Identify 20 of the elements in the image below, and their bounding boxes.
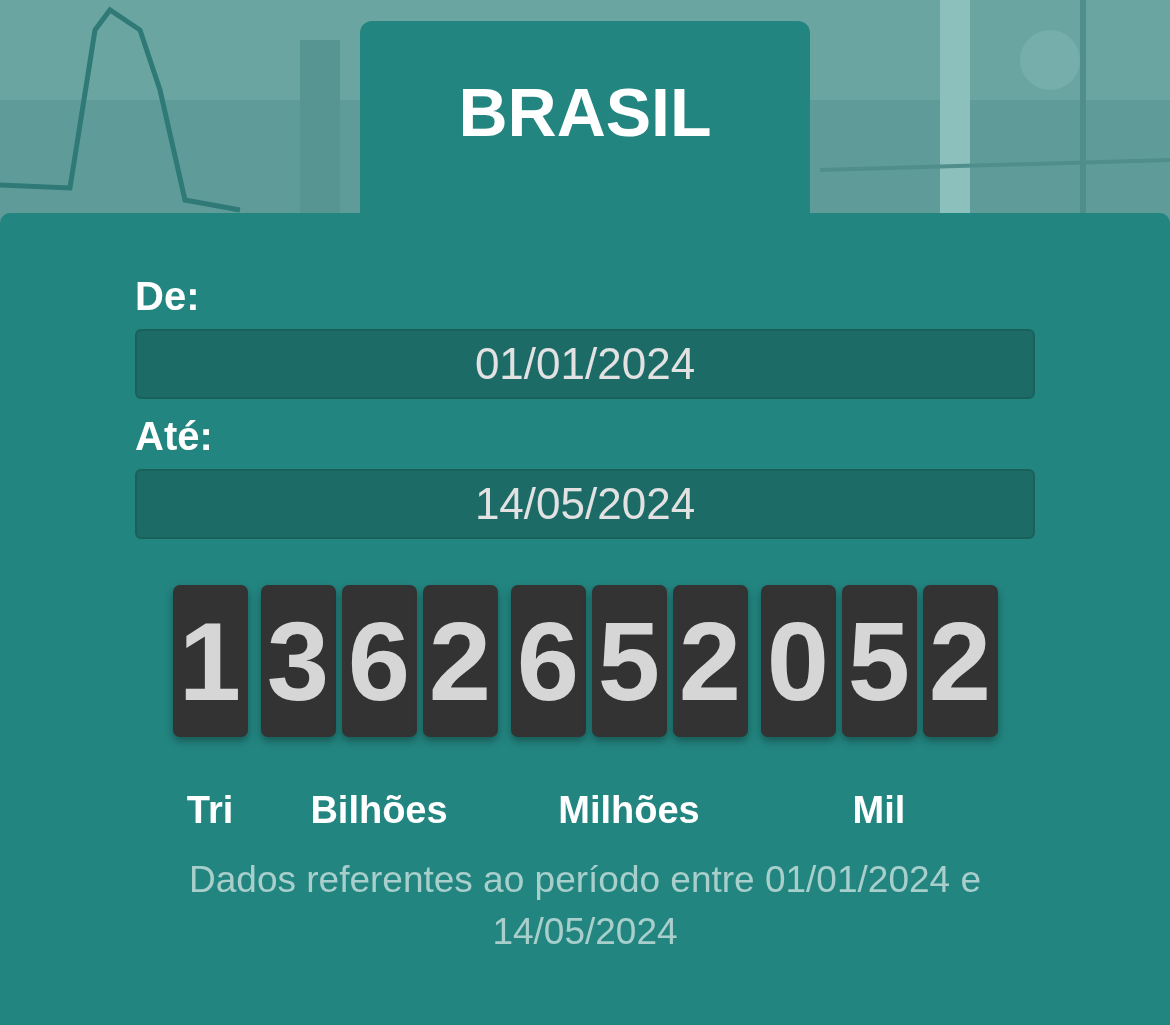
digit-tile: 5 (841, 585, 917, 737)
period-note: Dados referentes ao período entre 01/01/2024 e 14/05/2024 (188, 858, 982, 954)
digit-tile: 6 (341, 585, 417, 737)
digit-tile: 2 (672, 585, 748, 737)
unit-label: Mil (852, 789, 906, 832)
digit-tile: 2 (422, 585, 498, 737)
digit-tile: 0 (760, 585, 836, 737)
unit-label: Tri (186, 789, 234, 832)
digit-tile: 5 (591, 585, 667, 737)
date-field[interactable]: 01/01/2024 (135, 329, 1035, 399)
digit-tile: 6 (510, 585, 586, 737)
unit-label: Bilhões (310, 789, 448, 832)
date-field[interactable]: 14/05/2024 (135, 469, 1035, 539)
digit-tile: 1 (172, 585, 248, 737)
date-label: Até: (135, 413, 213, 459)
digit-tile: 3 (260, 585, 336, 737)
digit-tile: 2 (922, 585, 998, 737)
date-label: De: (135, 273, 200, 319)
region-title: BRASIL (458, 73, 712, 152)
unit-label: Milhões (558, 789, 700, 832)
